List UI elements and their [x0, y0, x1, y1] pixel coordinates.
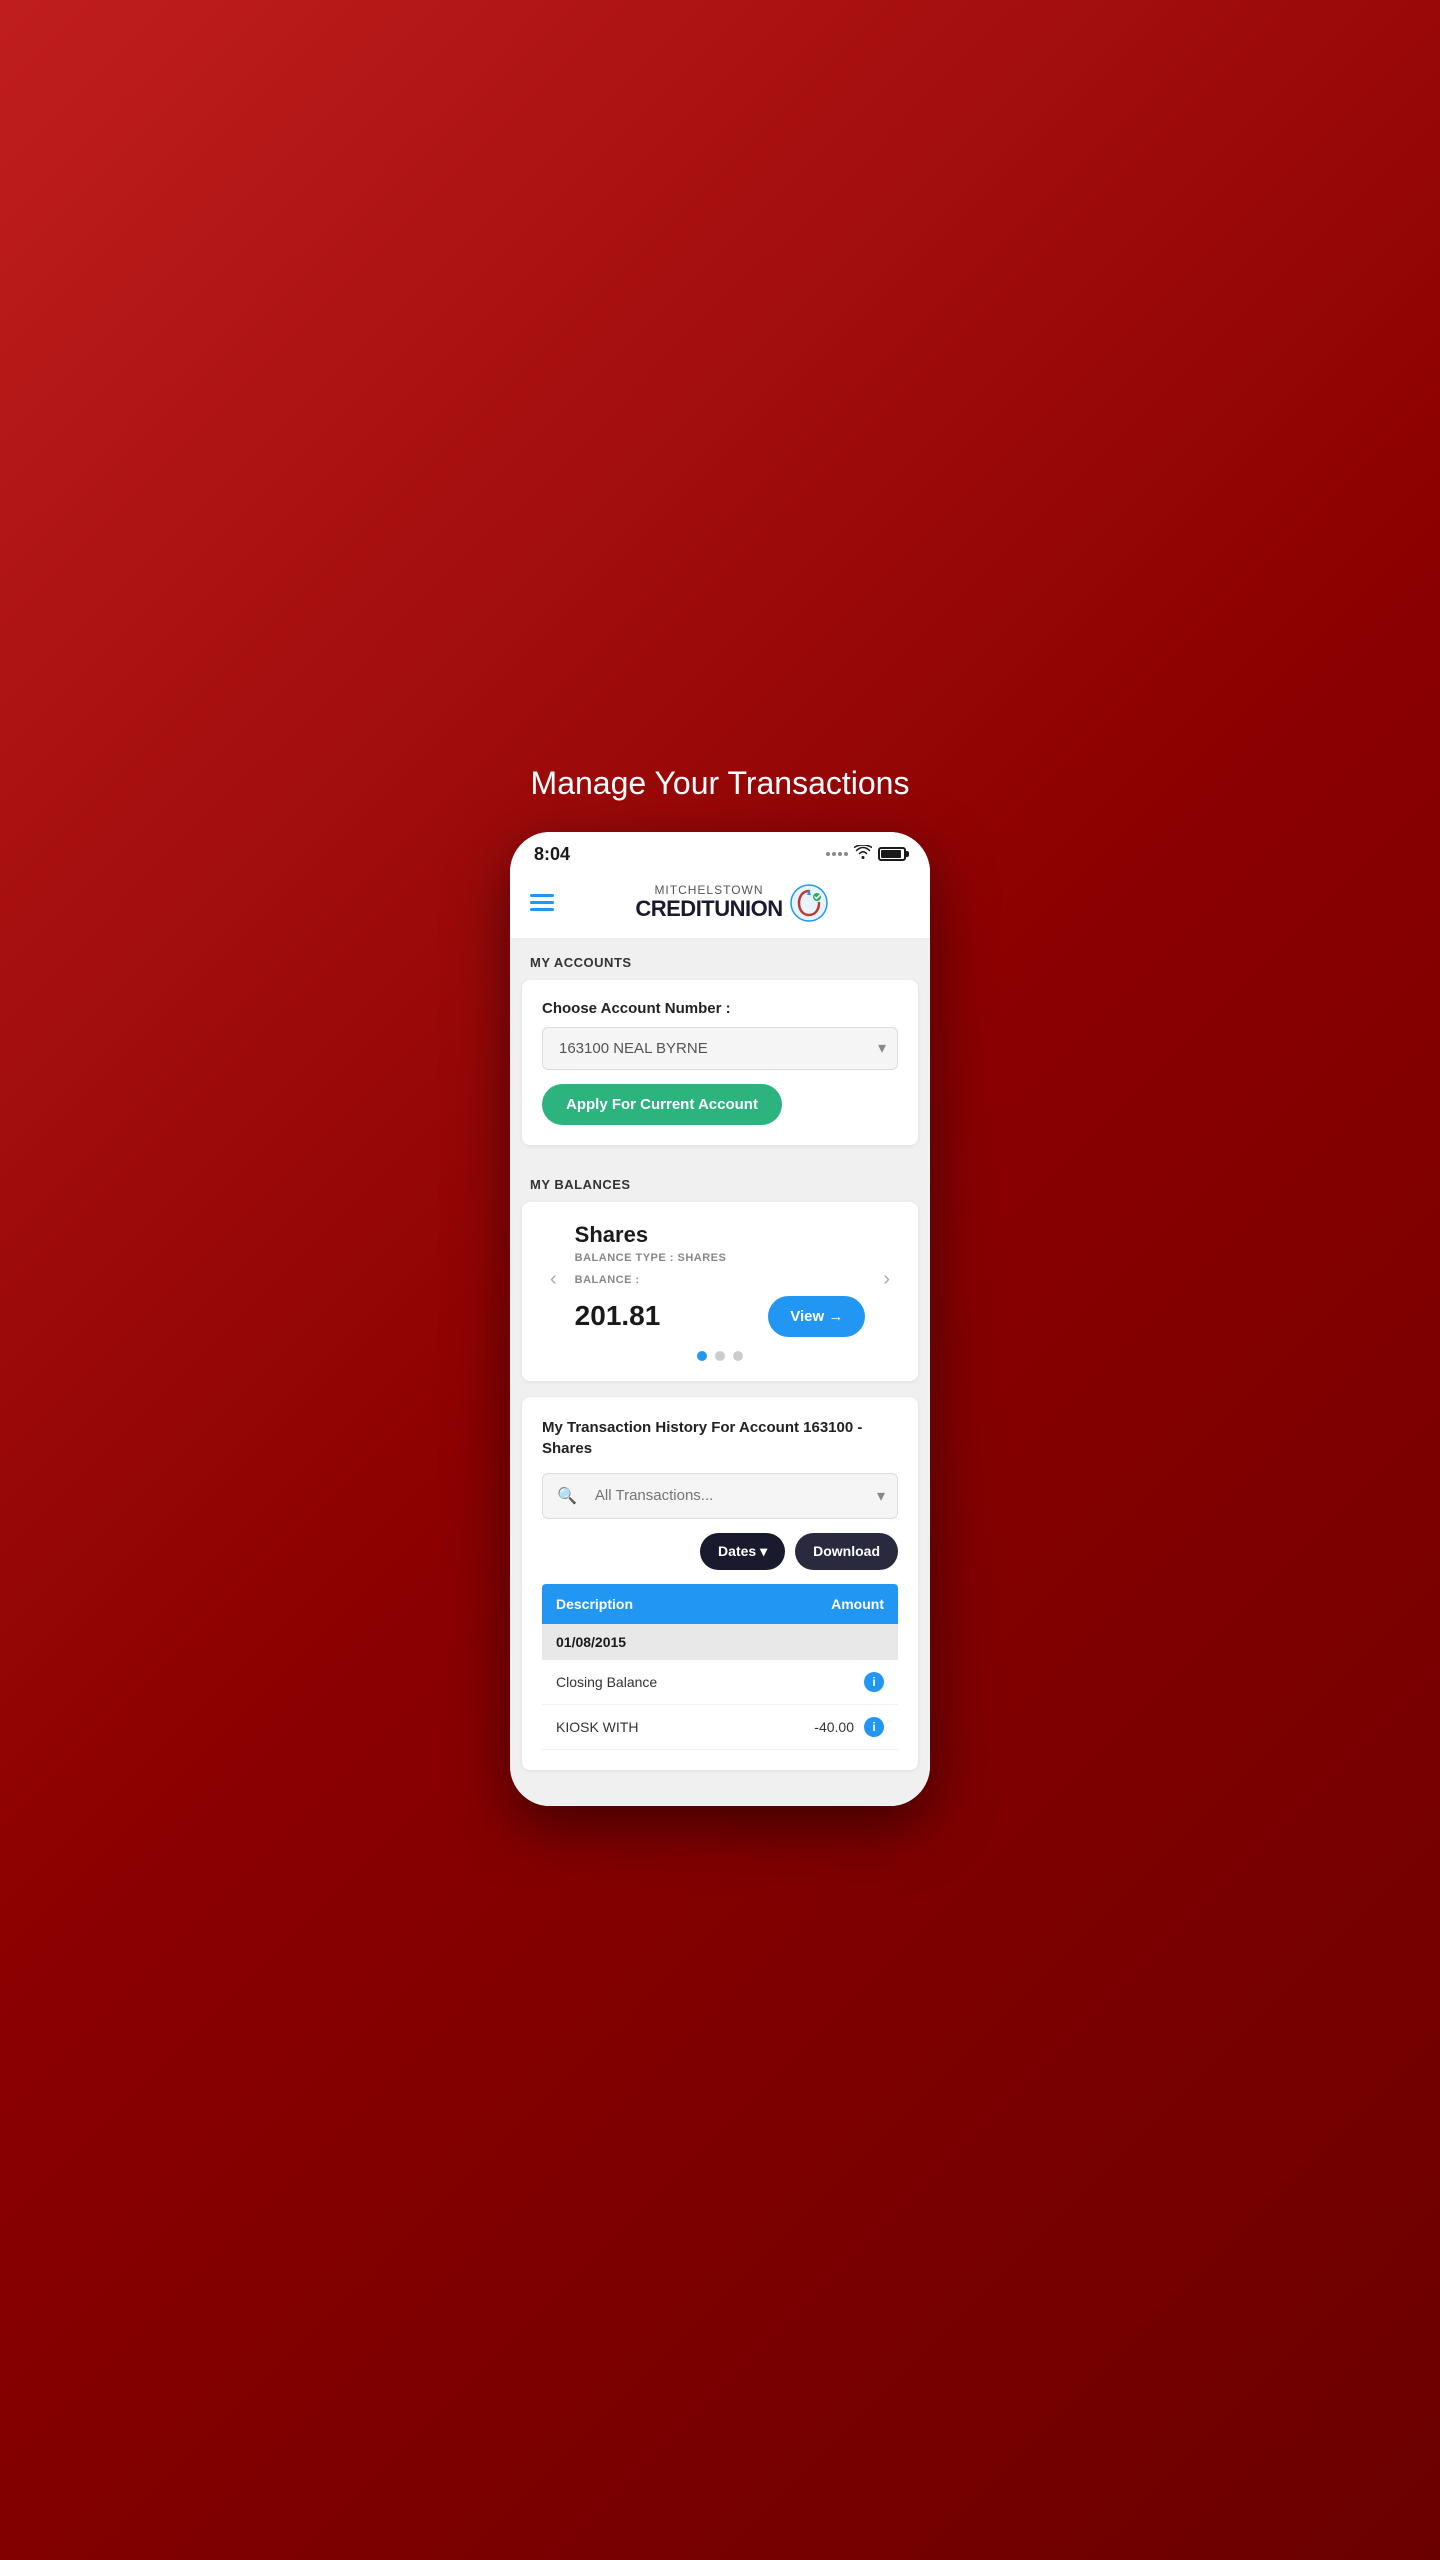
logo-text: MITCHELSTOWN CREDITUNION [635, 884, 782, 921]
transaction-history-title: My Transaction History For Account 16310… [542, 1417, 898, 1459]
balance-content: Shares BALANCE TYPE : SHARES BALANCE : 2… [565, 1222, 876, 1337]
balance-type-title: Shares [575, 1222, 866, 1248]
battery-icon [878, 847, 906, 861]
row-amount-kiosk: -40.00 [814, 1719, 854, 1735]
search-input[interactable] [587, 1475, 865, 1516]
my-accounts-label: MY ACCOUNTS [510, 939, 930, 980]
balance-next-arrow[interactable]: › [875, 1260, 898, 1299]
status-icons [826, 845, 906, 864]
transaction-card: My Transaction History For Account 16310… [522, 1397, 918, 1770]
status-bar: 8:04 [510, 832, 930, 873]
dot-2 [715, 1351, 725, 1361]
balance-nav: ‹ Shares BALANCE TYPE : SHARES BALANCE :… [542, 1222, 898, 1337]
logo-union: UNION [714, 896, 782, 921]
view-balance-button[interactable]: View → [768, 1296, 865, 1337]
account-number-select[interactable]: 163100 NEAL BYRNE [542, 1027, 898, 1070]
hamburger-menu-icon[interactable] [530, 894, 554, 911]
row-info-icon-kiosk[interactable]: i [864, 1717, 884, 1737]
table-header-amount: Amount [831, 1596, 884, 1612]
table-date-group: 01/08/2015 [542, 1624, 898, 1660]
balances-card: ‹ Shares BALANCE TYPE : SHARES BALANCE :… [522, 1202, 918, 1381]
apply-current-account-button[interactable]: Apply For Current Account [542, 1084, 782, 1125]
logo-area: MITCHELSTOWN CREDITUNION [554, 883, 910, 923]
balance-amount-value: 201.81 [575, 1300, 661, 1332]
table-row: Closing Balance i [542, 1660, 898, 1705]
transaction-table: Description Amount 01/08/2015 Closing Ba… [542, 1584, 898, 1750]
search-icon: 🔍 [543, 1474, 587, 1518]
row-info-icon-closing[interactable]: i [864, 1672, 884, 1692]
dates-button[interactable]: Dates ▾ [700, 1533, 785, 1570]
dots-indicator [542, 1337, 898, 1361]
account-select-wrapper: 163100 NEAL BYRNE ▾ [542, 1027, 898, 1070]
search-dropdown-arrow[interactable]: ▾ [865, 1474, 897, 1518]
balance-prev-arrow[interactable]: ‹ [542, 1260, 565, 1299]
page-title: Manage Your Transactions [521, 755, 920, 812]
row-description-kiosk: KIOSK WITH [556, 1719, 814, 1735]
search-wrapper: 🔍 ▾ [542, 1473, 898, 1519]
credit-union-emblem [789, 883, 829, 923]
choose-account-label: Choose Account Number : [542, 1000, 898, 1017]
logo-creditunion: CREDITUNION [635, 897, 782, 921]
wifi-icon [854, 845, 872, 864]
signal-icon [826, 852, 848, 856]
status-time: 8:04 [534, 844, 570, 865]
table-header: Description Amount [542, 1584, 898, 1624]
download-button[interactable]: Download [795, 1533, 898, 1570]
app-header: MITCHELSTOWN CREDITUNION [510, 873, 930, 939]
dot-1 [697, 1351, 707, 1361]
action-buttons: Dates ▾ Download [542, 1533, 898, 1570]
balance-type-label: BALANCE TYPE : SHARES [575, 1252, 866, 1264]
balance-amount-label: BALANCE : [575, 1274, 866, 1286]
my-balances-label: MY BALANCES [510, 1161, 930, 1202]
table-row: KIOSK WITH -40.00 i [542, 1705, 898, 1750]
accounts-card: Choose Account Number : 163100 NEAL BYRN… [522, 980, 918, 1145]
app-body: MY ACCOUNTS Choose Account Number : 1631… [510, 939, 930, 1806]
balance-bottom: 201.81 View → [575, 1296, 866, 1337]
table-header-description: Description [556, 1596, 831, 1612]
logo-credit: CREDIT [635, 896, 714, 921]
row-description-closing: Closing Balance [556, 1674, 854, 1690]
phone-frame: 8:04 [510, 832, 930, 1806]
dot-3 [733, 1351, 743, 1361]
